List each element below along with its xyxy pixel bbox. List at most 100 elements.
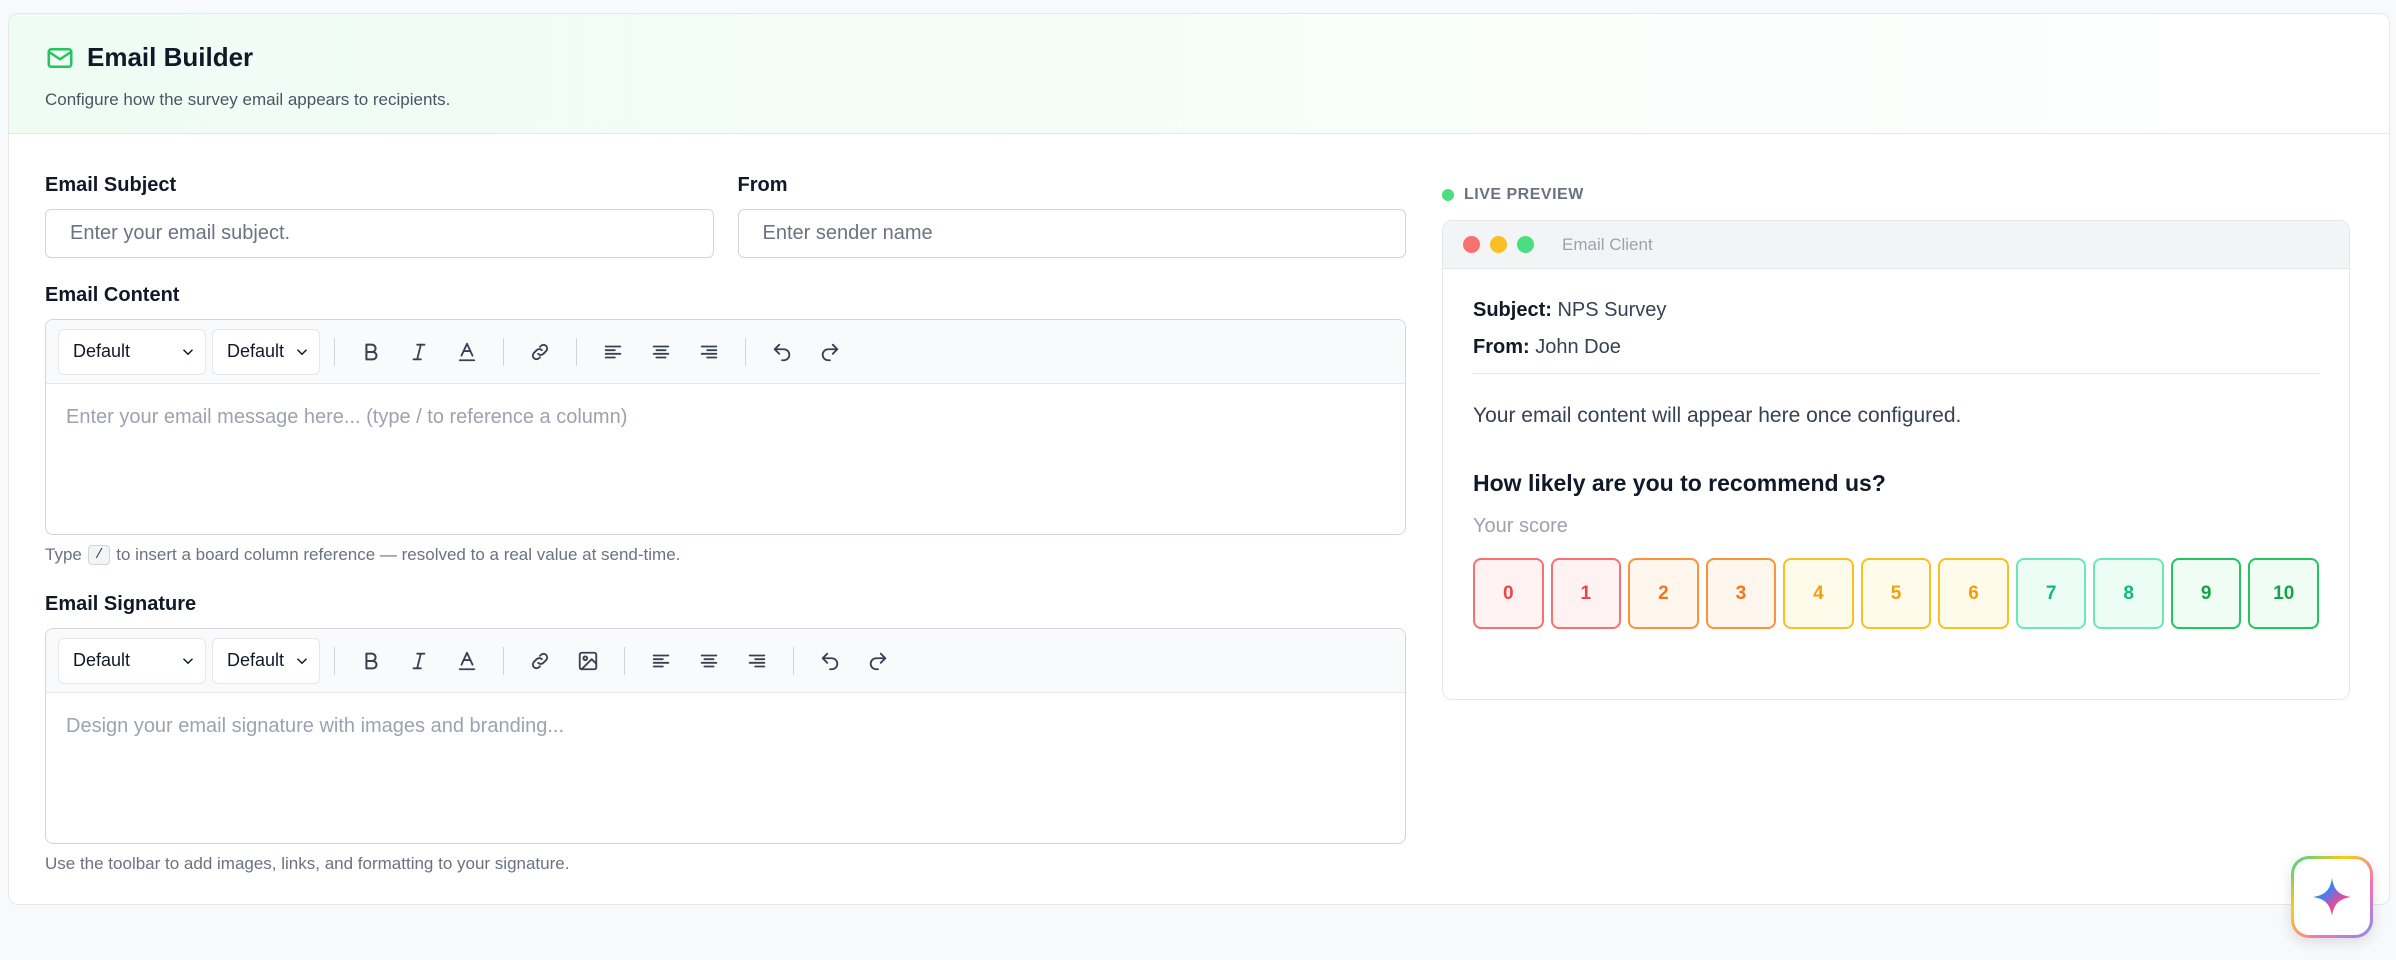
chevron-down-icon xyxy=(182,348,194,355)
link-icon xyxy=(531,652,549,669)
content-editor-body[interactable]: Enter your email message here... (type /… xyxy=(46,384,1405,534)
image-icon xyxy=(578,651,598,670)
text-color-icon xyxy=(458,342,476,361)
toolbar-separator xyxy=(624,646,625,675)
nps-score-10[interactable]: 10 xyxy=(2248,558,2320,629)
italic-button[interactable] xyxy=(397,639,441,683)
nps-score-6[interactable]: 6 xyxy=(1938,558,2009,629)
font-family-select[interactable]: Default xyxy=(58,328,206,375)
bold-button[interactable] xyxy=(349,639,393,683)
client-title-bar: Email Client xyxy=(1443,221,2349,269)
link-button[interactable] xyxy=(518,330,562,374)
redo-button[interactable] xyxy=(856,639,900,683)
subject-input[interactable] xyxy=(45,209,714,258)
nps-score-5[interactable]: 5 xyxy=(1860,558,1932,629)
content-label: Email Content xyxy=(45,284,180,306)
italic-button[interactable] xyxy=(397,330,441,374)
redo-icon xyxy=(821,343,839,361)
content-toolbar: Default Default xyxy=(46,320,1405,384)
font-family-select[interactable]: Default xyxy=(58,637,206,684)
undo-button[interactable] xyxy=(808,639,852,683)
from-input[interactable] xyxy=(737,209,1406,258)
email-builder-card: Email Builder Configure how the survey e… xyxy=(8,13,2390,905)
form-column: Email Subject From Email Content Default… xyxy=(45,174,1406,874)
window-close-dot xyxy=(1463,236,1480,253)
toolbar-separator xyxy=(793,646,794,675)
align-center-icon xyxy=(652,345,670,358)
window-maximize-dot xyxy=(1517,236,1534,253)
signature-toolbar: Default Default xyxy=(46,629,1405,693)
text-color-button[interactable] xyxy=(445,639,489,683)
undo-icon xyxy=(773,343,791,361)
bold-icon xyxy=(365,652,378,669)
align-center-icon xyxy=(700,654,718,667)
font-size-select[interactable]: Default xyxy=(212,328,320,375)
nps-score-4[interactable]: 4 xyxy=(1783,558,1854,629)
email-client-preview: Email Client Subject: NPS Survey From: J… xyxy=(1442,220,2350,700)
nps-score-0[interactable]: 0 xyxy=(1473,558,1544,629)
link-button[interactable] xyxy=(518,639,562,683)
live-indicator-dot xyxy=(1442,189,1454,201)
from-key: From: xyxy=(1473,336,1530,358)
nps-score-9[interactable]: 9 xyxy=(2170,558,2242,629)
from-value: John Doe xyxy=(1535,336,1621,358)
hint-text-after: to insert a board column reference — res… xyxy=(116,545,681,564)
page-title: Email Builder xyxy=(87,42,254,72)
align-center-button[interactable] xyxy=(687,639,731,683)
subject-from-row: Email Subject From xyxy=(45,174,1406,258)
italic-icon xyxy=(412,343,426,360)
toolbar-separator xyxy=(334,646,335,675)
align-right-icon xyxy=(748,654,766,667)
font-size-select[interactable]: Default xyxy=(212,637,320,684)
sparkle-icon xyxy=(2312,877,2352,917)
preview-column: LIVE PREVIEW Email Client Subject: NPS S… xyxy=(1442,174,2350,700)
nps-score-1[interactable]: 1 xyxy=(1550,558,1622,629)
signature-editor: Default Default Design your email signat… xyxy=(45,628,1406,844)
text-color-button[interactable] xyxy=(445,330,489,374)
client-title: Email Client xyxy=(1562,234,1653,254)
hint-text-before: Type xyxy=(45,545,82,564)
card-header: Email Builder Configure how the survey e… xyxy=(9,14,2389,134)
chevron-down-icon xyxy=(296,657,308,664)
toolbar-separator xyxy=(503,646,504,675)
subject-field: Email Subject xyxy=(45,174,714,258)
align-right-button[interactable] xyxy=(735,639,779,683)
window-minimize-dot xyxy=(1490,236,1507,253)
signature-editor-body[interactable]: Design your email signature with images … xyxy=(46,693,1405,843)
nps-score-3[interactable]: 3 xyxy=(1705,558,1777,629)
subject-key: Subject: xyxy=(1473,299,1552,321)
nps-score-7[interactable]: 7 xyxy=(2015,558,2087,629)
signature-hint: Use the toolbar to add images, links, an… xyxy=(45,854,570,873)
align-left-button[interactable] xyxy=(591,330,635,374)
font-family-value: Default xyxy=(73,650,131,670)
subject-label: Email Subject xyxy=(45,174,177,196)
image-button[interactable] xyxy=(566,639,610,683)
align-left-icon xyxy=(604,345,622,358)
align-center-button[interactable] xyxy=(639,330,683,374)
toolbar-separator xyxy=(503,337,504,366)
undo-button[interactable] xyxy=(760,330,804,374)
nps-score-label: Your score xyxy=(1473,515,1568,537)
align-right-button[interactable] xyxy=(687,330,731,374)
nps-score-2[interactable]: 2 xyxy=(1628,558,1699,629)
italic-icon xyxy=(412,652,426,669)
toolbar-separator xyxy=(334,337,335,366)
bold-button[interactable] xyxy=(349,330,393,374)
nps-score-scale: 0 1 2 3 4 5 6 7 8 9 10 xyxy=(1473,558,2320,629)
nps-question: How likely are you to recommend us? xyxy=(1473,470,1886,496)
client-body: Subject: NPS Survey From: John Doe Your … xyxy=(1443,269,2349,659)
align-left-button[interactable] xyxy=(639,639,683,683)
link-icon xyxy=(531,343,549,360)
chevron-down-icon xyxy=(296,348,308,355)
ai-assistant-button[interactable] xyxy=(2291,856,2373,938)
redo-icon xyxy=(869,652,887,670)
nps-score-8[interactable]: 8 xyxy=(2093,558,2164,629)
redo-button[interactable] xyxy=(808,330,852,374)
undo-icon xyxy=(821,652,839,670)
title-row: Email Builder xyxy=(45,42,2353,73)
live-preview-text: LIVE PREVIEW xyxy=(1464,186,1584,203)
preview-divider xyxy=(1473,373,2319,374)
content-hint: Type / to insert a board column referenc… xyxy=(45,545,1406,565)
bold-icon xyxy=(365,343,378,360)
text-color-icon xyxy=(458,651,476,670)
